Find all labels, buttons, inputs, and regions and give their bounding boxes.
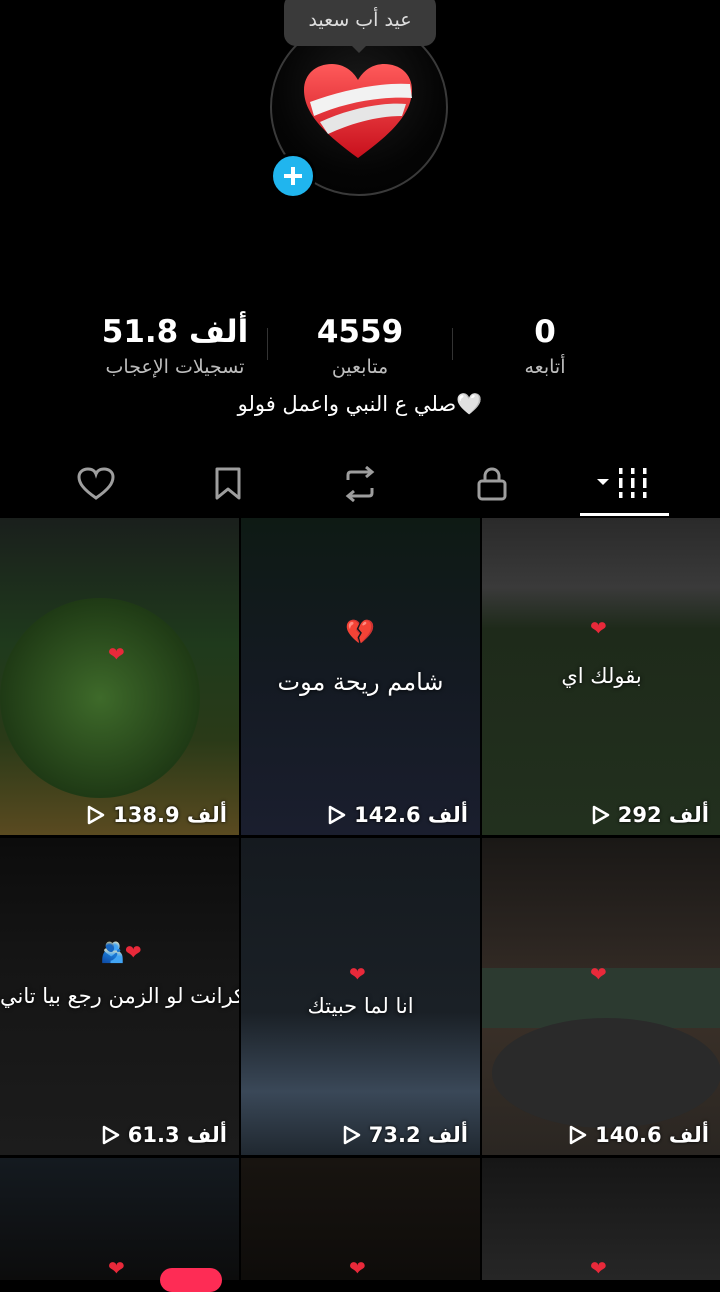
heart-emoji-icon: ❤ xyxy=(590,962,607,986)
followers-count: 4559 xyxy=(316,314,404,350)
heart-emoji-icon: ❤ xyxy=(349,962,366,986)
video-thumbnail[interactable]: 🫂❤ متكرانت لو الزمن رجع بيا تاني 61.3 أل… xyxy=(0,838,239,1155)
following-label: أتابعه xyxy=(524,356,566,378)
video-thumbnail[interactable]: ❤ xyxy=(0,1158,239,1280)
couple-heart-icon: 🫂❤ xyxy=(100,940,142,964)
play-icon xyxy=(343,1125,361,1145)
broken-heart-icon: 💔 xyxy=(345,618,375,646)
following-count: 0 xyxy=(534,314,556,350)
play-icon xyxy=(328,805,346,825)
video-thumbnail[interactable]: ❤ انا لما حبيتك 73.2 ألف xyxy=(241,838,480,1155)
view-count: 73.2 ألف xyxy=(343,1123,468,1147)
heart-emoji-icon: ❤ xyxy=(590,1256,607,1280)
view-count: 61.3 ألف xyxy=(102,1123,227,1147)
video-caption: بقولك اي xyxy=(561,664,642,688)
tab-private[interactable] xyxy=(432,455,552,513)
heart-emoji-icon: ❤ xyxy=(108,642,125,666)
heart-emoji-icon: ❤ xyxy=(590,616,607,640)
video-thumbnail[interactable]: ❤ xyxy=(482,1158,720,1280)
likes-label: تسجيلات الإعجاب xyxy=(105,356,245,378)
view-count: 140.6 ألف xyxy=(569,1123,709,1147)
profile-tabs xyxy=(0,455,720,517)
video-caption: شامم ريحة موت xyxy=(277,668,444,696)
view-count: 292 ألف xyxy=(592,803,709,827)
repost-icon xyxy=(345,466,375,502)
table-graphic xyxy=(492,1018,720,1128)
likes-count: 51.8 ألف xyxy=(101,314,249,350)
view-count-text: 140.6 ألف xyxy=(595,1123,709,1147)
add-story-button[interactable] xyxy=(270,153,316,199)
video-thumbnail[interactable]: ❤ 140.6 ألف xyxy=(482,838,720,1155)
heart-emoji-icon: ❤ xyxy=(349,1256,366,1280)
view-count: 138.9 ألف xyxy=(87,803,227,827)
bandaged-heart-icon xyxy=(304,64,412,158)
heart-emoji-icon: ❤ xyxy=(108,1256,125,1280)
play-icon xyxy=(569,1125,587,1145)
video-thumbnail[interactable]: ❤ بقولك اي 292 ألف xyxy=(482,518,720,835)
following-stat[interactable]: 0 أتابعه xyxy=(445,310,645,380)
tab-saved[interactable] xyxy=(168,455,288,513)
video-thumbnail[interactable]: 💔 شامم ريحة موت 142.6 ألف xyxy=(241,518,480,835)
view-count-text: 73.2 ألف xyxy=(368,1123,468,1147)
play-icon xyxy=(87,805,105,825)
video-thumbnail[interactable]: ❤ xyxy=(241,1158,480,1280)
tab-liked[interactable] xyxy=(36,455,156,513)
followers-label: متابعين xyxy=(331,356,389,378)
heart-outline-icon xyxy=(77,467,115,500)
lock-icon xyxy=(477,467,507,501)
tree-graphic xyxy=(0,598,200,798)
tab-reposts[interactable] xyxy=(300,455,420,513)
bookmark-icon xyxy=(215,467,241,500)
status-tooltip: عيد أب سعيد xyxy=(284,0,436,46)
video-caption: انا لما حبيتك xyxy=(307,994,414,1018)
tooltip-text: عيد أب سعيد xyxy=(308,9,412,31)
view-count-text: 138.9 ألف xyxy=(113,803,227,827)
active-tab-indicator xyxy=(580,513,669,516)
tab-videos[interactable] xyxy=(565,455,685,513)
profile-bio: صلي ع النبي واعمل فولو🤍 xyxy=(237,392,483,416)
notification-badge xyxy=(160,1268,222,1292)
followers-stat[interactable]: 4559 متابعين xyxy=(260,310,460,380)
view-count: 142.6 ألف xyxy=(328,803,468,827)
profile-stats: 51.8 ألف تسجيلات الإعجاب 4559 متابعين 0 … xyxy=(0,310,720,390)
video-caption: متكرانت لو الزمن رجع بيا تاني xyxy=(0,984,239,1008)
plus-icon xyxy=(284,167,302,185)
likes-stat[interactable]: 51.8 ألف تسجيلات الإعجاب xyxy=(75,310,275,380)
tooltip-arrow xyxy=(350,44,368,53)
view-count-text: 292 ألف xyxy=(617,803,709,827)
play-icon xyxy=(102,1125,120,1145)
stat-divider xyxy=(267,328,268,360)
grid-icon xyxy=(597,468,647,498)
view-count-text: 142.6 ألف xyxy=(354,803,468,827)
video-thumbnail[interactable]: ❤ 138.9 ألف xyxy=(0,518,239,835)
view-count-text: 61.3 ألف xyxy=(127,1123,227,1147)
stat-divider xyxy=(452,328,453,360)
play-icon xyxy=(592,805,609,825)
